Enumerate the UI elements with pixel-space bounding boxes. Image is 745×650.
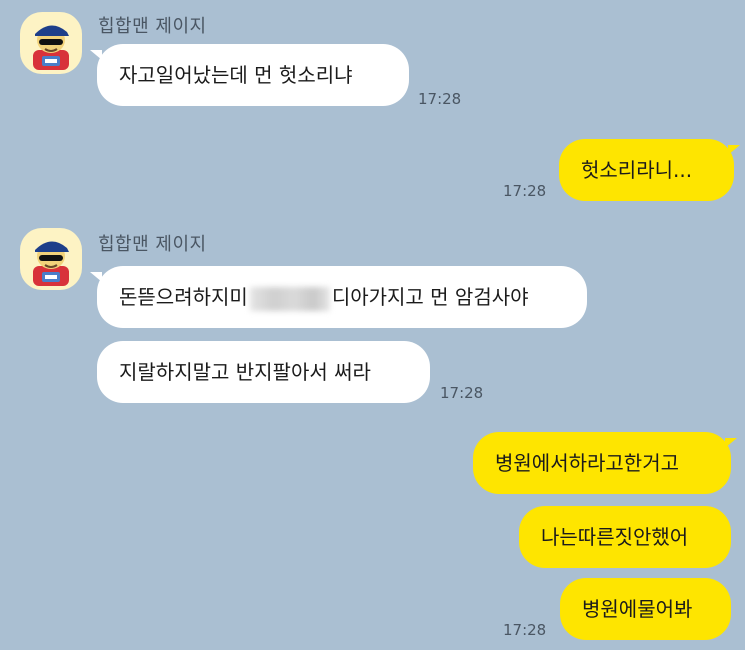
sender-avatar[interactable] xyxy=(20,228,82,290)
message-timestamp: 17:28 xyxy=(503,621,547,639)
message-timestamp: 17:28 xyxy=(503,182,547,200)
hiphop-character-avatar-icon xyxy=(33,25,69,70)
outgoing-message-bubble[interactable]: 병원에서하라고한거고 xyxy=(473,432,731,494)
outgoing-message-bubble[interactable]: 헛소리라니... xyxy=(559,139,734,201)
incoming-message-bubble[interactable]: 자고일어났는데 먼 헛소리냐 xyxy=(97,44,409,106)
bubble-tail xyxy=(725,438,737,448)
sender-avatar[interactable] xyxy=(20,12,82,74)
sender-name: 힙합맨 제이지 xyxy=(98,234,207,255)
message-text-part: 디아가지고 먼 암검사야 xyxy=(331,285,529,309)
message-timestamp: 17:28 xyxy=(418,90,462,108)
bubble-tail xyxy=(728,145,740,155)
outgoing-message-bubble[interactable]: 병원에물어봐 xyxy=(560,578,731,640)
message-timestamp: 17:28 xyxy=(440,384,484,402)
message-text-part: 돈뜯으려하지미 xyxy=(119,285,248,309)
outgoing-message-bubble[interactable]: 나는따른짓안했어 xyxy=(519,506,731,568)
blurred-redaction xyxy=(249,286,330,311)
incoming-message-bubble[interactable]: 돈뜯으려하지미 디아가지고 먼 암검사야 xyxy=(97,266,587,328)
sender-name: 힙합맨 제이지 xyxy=(98,16,207,37)
incoming-message-bubble[interactable]: 지랄하지말고 반지팔아서 써라 xyxy=(97,341,430,403)
hiphop-character-avatar-icon xyxy=(33,241,69,286)
